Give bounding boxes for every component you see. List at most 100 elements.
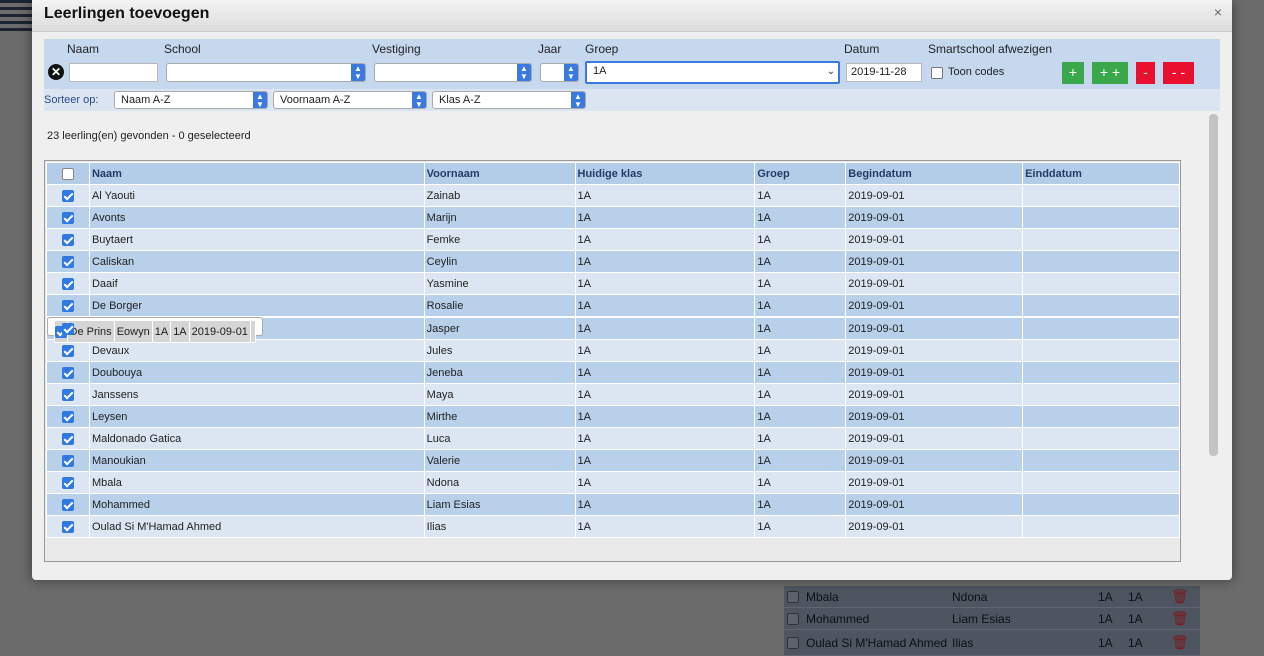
remove-all-button[interactable]: - - — [1163, 62, 1194, 84]
sort-select-1[interactable]: Naam A-Z ▲ ▼ — [114, 91, 268, 109]
cell-voornaam: Ceylin — [423, 250, 576, 273]
row-checkbox[interactable] — [61, 432, 74, 445]
row-checkbox[interactable] — [61, 520, 74, 533]
cell-begindatum: 2019-09-01 — [845, 339, 1024, 362]
table-row[interactable]: Leysen Mirthe 1A 1A 2019-09-01 — [46, 405, 1180, 428]
row-checkbox[interactable] — [61, 211, 74, 224]
sort-select-3[interactable]: Klas A-Z ▲ ▼ — [432, 91, 586, 109]
table-row[interactable]: Avonts Marijn 1A 1A 2019-09-01 — [46, 206, 1180, 229]
row-checkbox-cell — [46, 294, 90, 317]
row-checkbox[interactable] — [61, 476, 74, 489]
jaar-select[interactable]: ▲ ▼ — [540, 63, 579, 82]
table-row[interactable]: Al Yaouti Zainab 1A 1A 2019-09-01 — [46, 184, 1180, 207]
cell-naam: Al Yaouti — [88, 184, 425, 207]
row-checkbox[interactable] — [61, 410, 74, 423]
close-icon[interactable]: × — [1214, 4, 1222, 20]
background-menu-icon — [0, 0, 34, 36]
cell-naam: Caliskan — [88, 250, 425, 273]
table-row[interactable]: Buytaert Femke 1A 1A 2019-09-01 — [46, 228, 1180, 251]
remove-button[interactable]: - — [1136, 62, 1155, 84]
cell-voornaam: Mirthe — [423, 405, 576, 428]
naam-input[interactable] — [69, 63, 158, 82]
dialog-title: Leerlingen toevoegen — [44, 5, 210, 22]
vertical-scrollbar[interactable] — [1209, 114, 1218, 562]
add-all-button[interactable]: + + — [1092, 62, 1128, 84]
header-voornaam[interactable]: Voornaam — [423, 162, 576, 185]
row-checkbox-cell — [46, 515, 90, 538]
cell-huidige-klas: 1A — [574, 427, 756, 450]
row-checkbox[interactable] — [61, 233, 74, 246]
background-row-checkbox — [787, 590, 799, 603]
table-row[interactable]: Caliskan Ceylin 1A 1A 2019-09-01 — [46, 250, 1180, 273]
vestiging-label: Vestiging — [372, 42, 421, 56]
table-row[interactable]: Janssens Maya 1A 1A 2019-09-01 — [46, 383, 1180, 406]
background-row: Oulad Si M'Hamad Ahmed Ilias 1A 1A 🗑 — [784, 630, 1200, 656]
cell-huidige-klas: 1A — [574, 250, 756, 273]
row-checkbox-cell — [46, 405, 90, 428]
row-checkbox[interactable] — [61, 366, 74, 379]
cell-voornaam: Jasper — [423, 317, 576, 340]
scrollbar-thumb[interactable] — [1209, 114, 1218, 456]
row-checkbox[interactable] — [61, 454, 74, 467]
cell-huidige-klas: 1A — [151, 320, 172, 343]
background-groep: 1A — [1128, 589, 1143, 604]
cell-begindatum: 2019-09-01 — [845, 361, 1024, 384]
cell-begindatum: 2019-09-01 — [188, 320, 251, 343]
cell-groep: 1A — [754, 449, 847, 472]
cell-naam: Daaif — [88, 272, 425, 295]
row-checkbox[interactable] — [61, 344, 74, 357]
cell-voornaam: Luca — [423, 427, 576, 450]
table-row[interactable]: Doubouya Jeneba 1A 1A 2019-09-01 — [46, 361, 1180, 384]
table-row[interactable]: Mbala Ndona 1A 1A 2019-09-01 — [46, 471, 1180, 494]
row-checkbox[interactable] — [61, 277, 74, 290]
header-huidige-klas[interactable]: Huidige klas — [574, 162, 756, 185]
table-row[interactable]: Oulad Si M'Hamad Ahmed Ilias 1A 1A 2019-09-0… — [46, 515, 1180, 538]
cell-naam: De Prins — [66, 320, 115, 343]
clear-icon[interactable]: ✕ — [48, 64, 64, 80]
cell-naam: Avonts — [88, 206, 425, 229]
header-naam[interactable]: Naam — [88, 162, 425, 185]
naam-label: Naam — [67, 42, 100, 56]
school-select[interactable]: ▲ ▼ — [166, 63, 366, 82]
row-checkbox[interactable] — [61, 299, 74, 312]
vestiging-select[interactable]: ▲ ▼ — [374, 63, 532, 82]
add-button[interactable]: + — [1062, 62, 1084, 84]
row-checkbox-cell — [46, 272, 90, 295]
row-checkbox[interactable] — [61, 498, 74, 511]
header-groep[interactable]: Groep — [754, 162, 847, 185]
updown-arrow-icon: ▲ ▼ — [517, 64, 531, 81]
row-checkbox-cell — [46, 361, 90, 384]
row-checkbox[interactable] — [61, 388, 74, 401]
sort-select-2[interactable]: Voornaam A-Z ▲ ▼ — [273, 91, 427, 109]
cell-huidige-klas: 1A — [574, 383, 756, 406]
table-row[interactable]: Manoukian Valerie 1A 1A 2019-09-01 — [46, 449, 1180, 472]
row-checkbox[interactable] — [61, 255, 74, 268]
header-begindatum[interactable]: Begindatum — [845, 162, 1024, 185]
background-groep: 1A — [1128, 611, 1143, 626]
table-row[interactable]: Mohammed Liam Esias 1A 1A 2019-09-01 — [46, 493, 1180, 516]
cell-einddatum — [1022, 228, 1180, 251]
background-student-list: Mbala Ndona 1A 1A 🗑 Mohammed Liam Esias … — [784, 586, 1200, 656]
datum-input[interactable]: 2019-11-28 — [846, 63, 922, 82]
cell-einddatum — [1022, 449, 1180, 472]
cell-naam: Maldonado Gatica — [88, 427, 425, 450]
cell-begindatum: 2019-09-01 — [845, 250, 1024, 273]
toon-codes-checkbox[interactable] — [931, 67, 943, 79]
dialog-header: Leerlingen toevoegen × — [32, 0, 1232, 32]
cell-einddatum — [1022, 361, 1180, 384]
header-einddatum[interactable]: Einddatum — [1022, 162, 1180, 185]
table-row[interactable]: Daaif Yasmine 1A 1A 2019-09-01 — [46, 272, 1180, 295]
cell-begindatum: 2019-09-01 — [845, 515, 1024, 538]
row-checkbox[interactable] — [61, 322, 74, 335]
table-row[interactable]: De Borger Rosalie 1A 1A 2019-09-01 — [46, 294, 1180, 317]
cell-einddatum — [1022, 515, 1180, 538]
background-voornaam: Ilias — [952, 635, 974, 650]
groep-select[interactable]: 1A ⌄ — [585, 61, 840, 84]
cell-groep: 1A — [754, 405, 847, 428]
table-row[interactable]: Maldonado Gatica Luca 1A 1A 2019-09-01 — [46, 427, 1180, 450]
cell-voornaam: Rosalie — [423, 294, 576, 317]
row-checkbox[interactable] — [61, 189, 74, 202]
cell-voornaam: Eowyn — [113, 320, 153, 343]
table-row[interactable]: De Prins Eowyn 1A 1A 2019-09-01 — [46, 317, 263, 343]
select-all-checkbox[interactable] — [61, 167, 74, 180]
